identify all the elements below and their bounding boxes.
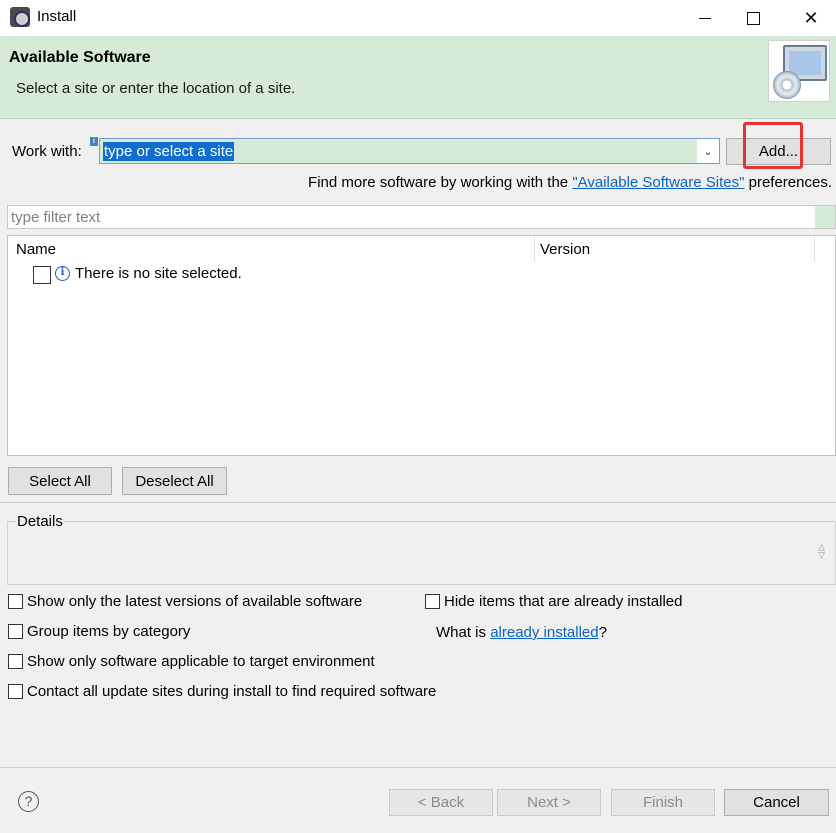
option-target-environment[interactable]: Show only software applicable to target … xyxy=(8,653,375,670)
find-more-suffix: preferences. xyxy=(744,174,832,191)
work-with-combo[interactable]: type or select a site ⌄ xyxy=(99,138,720,164)
already-installed-text: What is already installed? xyxy=(436,624,607,641)
info-decoration-icon: i xyxy=(90,137,98,146)
next-button[interactable]: Next > xyxy=(497,789,601,816)
cd-icon xyxy=(773,71,801,99)
wizard-banner: Available Software Select a site or ente… xyxy=(0,36,836,119)
info-icon: i xyxy=(55,266,70,281)
window-title: Install xyxy=(37,8,77,25)
cancel-button[interactable]: Cancel xyxy=(724,789,829,816)
table-row-name: There is no site selected. xyxy=(75,265,242,282)
select-all-button[interactable]: Select All xyxy=(8,467,112,495)
option-label: Show only software applicable to target … xyxy=(27,653,375,670)
checkbox[interactable] xyxy=(8,654,23,669)
option-contact-all-sites[interactable]: Contact all update sites during install … xyxy=(8,683,436,700)
details-panel xyxy=(7,521,836,585)
option-label: Show only the latest versions of availab… xyxy=(27,593,363,610)
divider xyxy=(0,502,836,503)
minimize-button[interactable] xyxy=(682,0,728,36)
scroll-arrows-icon[interactable]: △ ▽ xyxy=(818,543,825,560)
finish-button[interactable]: Finish xyxy=(611,789,715,816)
eclipse-app-icon xyxy=(10,7,30,27)
column-divider xyxy=(814,236,815,262)
checkbox[interactable] xyxy=(8,624,23,639)
row-checkbox[interactable] xyxy=(33,266,51,284)
checkbox[interactable] xyxy=(425,594,440,609)
close-icon: ✕ xyxy=(803,7,819,28)
what-is-suffix: ? xyxy=(598,624,607,641)
filter-input[interactable]: type filter text xyxy=(7,205,836,229)
deselect-all-button[interactable]: Deselect All xyxy=(122,467,227,495)
add-site-button[interactable]: Add... xyxy=(726,138,831,165)
option-group-by-category[interactable]: Group items by category xyxy=(8,623,190,640)
column-header-name[interactable]: Name xyxy=(16,241,56,258)
banner-title: Available Software xyxy=(9,49,151,66)
option-label: Contact all update sites during install … xyxy=(27,683,437,700)
column-divider xyxy=(534,236,535,262)
find-more-prefix: Find more software by working with the xyxy=(308,174,573,191)
banner-description: Select a site or enter the location of a… xyxy=(16,80,296,97)
available-software-sites-link[interactable]: "Available Software Sites" xyxy=(572,174,744,191)
help-icon[interactable]: ? xyxy=(18,791,39,812)
column-header-version[interactable]: Version xyxy=(540,241,590,258)
work-with-label: Work with: xyxy=(12,143,82,160)
chevron-down-icon[interactable]: ⌄ xyxy=(697,139,719,163)
close-button[interactable]: ✕ xyxy=(788,0,834,36)
checkbox[interactable] xyxy=(8,594,23,609)
what-is-prefix: What is xyxy=(436,624,491,641)
minimize-icon xyxy=(699,17,711,19)
title-bar: Install ✕ xyxy=(0,0,836,36)
already-installed-link[interactable]: already installed xyxy=(490,624,598,641)
back-button[interactable]: < Back xyxy=(389,789,493,816)
software-monitor-cd-icon xyxy=(768,40,830,102)
option-label: Hide items that are already installed xyxy=(444,593,683,610)
filter-clear-area xyxy=(815,206,835,228)
maximize-button[interactable] xyxy=(730,0,776,36)
work-with-input[interactable]: type or select a site xyxy=(103,142,235,161)
software-table: Name Version i There is no site selected… xyxy=(7,235,836,456)
details-label: Details xyxy=(16,513,64,530)
checkbox[interactable] xyxy=(8,684,23,699)
divider xyxy=(0,767,836,768)
filter-placeholder: type filter text xyxy=(11,209,101,226)
option-hide-installed[interactable]: Hide items that are already installed xyxy=(425,593,682,610)
find-more-text: Find more software by working with the "… xyxy=(308,174,832,191)
maximize-icon xyxy=(746,11,760,25)
option-latest-versions[interactable]: Show only the latest versions of availab… xyxy=(8,593,362,610)
option-label: Group items by category xyxy=(27,623,191,640)
